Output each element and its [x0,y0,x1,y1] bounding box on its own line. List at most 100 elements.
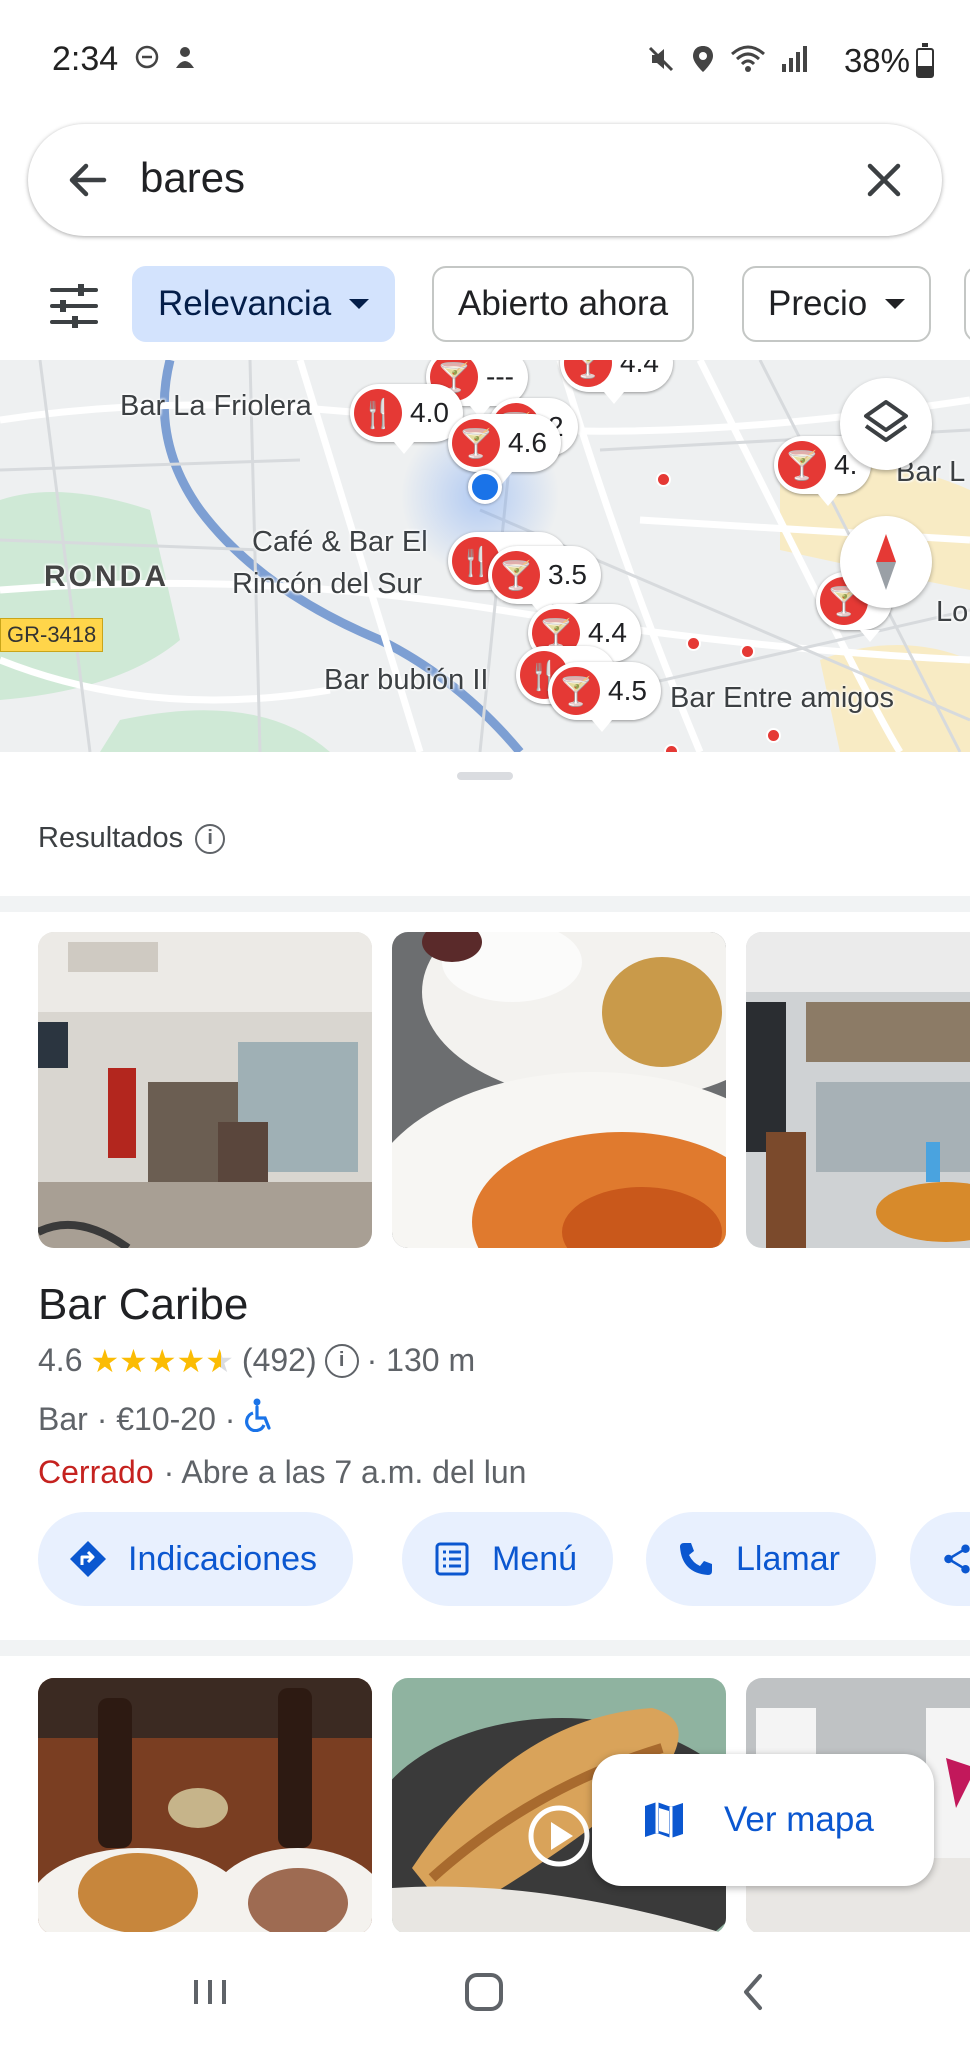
pin-rating: --- [486,361,514,392]
map-dot[interactable] [664,744,679,752]
opening-hours: · Abre a las 7 a.m. del lun [163,1454,527,1490]
layers-icon [864,400,908,442]
arrow-left-icon[interactable] [58,150,118,210]
recent-apps-icon[interactable] [180,1962,240,2022]
compass-button[interactable] [840,516,932,608]
chip-label: Relevancia [158,284,332,323]
pin-rating: 4.4 [588,617,627,648]
star-icon: ★ [119,1342,148,1379]
tapas-image [38,1678,372,1934]
call-button[interactable]: Llamar [646,1512,876,1606]
wifi-icon [731,45,765,72]
place-photo[interactable] [38,1678,372,1934]
fork-knife-icon: 🍴 [354,389,402,437]
menu-label: Menú [492,1539,578,1578]
chip-label: Abierto ahora [458,284,669,323]
star-rating: ★ ★ ★ ★ ★ [90,1345,233,1377]
pin-rating: 4.5 [608,675,647,706]
menu-button[interactable]: Menú [402,1512,614,1606]
battery-icon [916,43,934,78]
hours-row: Cerrado · Abre a las 7 a.m. del lun [38,1454,526,1491]
map-icon [645,1802,683,1838]
map-pin-restaurant[interactable]: 🍴 4.0 [350,384,463,454]
results-label: Resultados [38,822,184,854]
chip-label: Precio [768,284,868,323]
info-icon[interactable]: i [324,1343,359,1378]
map-view[interactable]: Bar La Friolera RONDA Café & Bar El Rinc… [0,360,970,752]
open-status: Cerrado [38,1454,154,1490]
my-location-dot [468,470,502,504]
bar-interior-image [38,932,372,1248]
road-badge: GR-3418 [0,618,104,652]
map-dot[interactable] [686,636,701,651]
star-icon: ★ [205,1342,234,1379]
cocktail-icon: 🍸 [564,360,612,387]
chip-abierto-ahora[interactable]: Abierto ahora [432,266,695,342]
phone-icon [680,1543,712,1575]
map-pin-bar[interactable]: 🍸 4.5 [548,662,661,732]
map-dot[interactable] [656,472,671,487]
view-map-button[interactable]: Ver mapa [592,1754,934,1886]
layers-button[interactable] [840,378,932,470]
tune-icon[interactable] [46,278,102,334]
back-icon[interactable] [724,1962,784,2022]
drag-handle[interactable] [457,772,513,780]
system-nav-bar [0,1932,970,2048]
results-header: Resultados i [38,822,226,855]
map-label: Café & Bar El [252,526,428,558]
chip-relevancia[interactable]: Relevancia [132,266,396,342]
cocktail-icon: 🍸 [452,419,500,467]
map-label: RONDA [44,560,169,593]
cocktail-icon: 🍸 [552,667,600,715]
directions-label: Indicaciones [128,1539,318,1578]
map-label: Bar bubión II [324,664,489,696]
photo-carousel[interactable] [0,932,970,1248]
review-count: (492) [241,1342,317,1378]
location-icon [693,46,713,72]
search-query[interactable]: bares [140,154,245,202]
share-icon [944,1544,970,1574]
rating-row[interactable]: 4.6 ★ ★ ★ ★ ★ (492) i · 130 m [38,1342,475,1379]
pin-rating: 4.6 [508,427,547,458]
place-photo[interactable] [38,932,372,1248]
directions-icon [70,1541,106,1577]
place-photo[interactable] [392,932,726,1248]
home-icon[interactable] [454,1962,514,2022]
close-icon[interactable] [854,150,914,210]
map-pin-bar[interactable]: 🍸 4.4 [560,360,673,404]
map-dot[interactable] [766,728,781,743]
map-pin-bar[interactable]: 🍸 4.6 [448,414,561,484]
share-button[interactable] [910,1512,970,1606]
map-pin-bar[interactable]: 🍸 3.5 [488,546,601,616]
mute-icon [648,46,674,72]
status-time: 2:34 [52,40,119,78]
call-label: Llamar [736,1539,840,1578]
view-map-label: Ver mapa [724,1800,874,1839]
map-label: Bar Entre amigos [670,682,895,714]
place-title[interactable]: Bar Caribe [38,1280,248,1330]
place-photo[interactable] [746,932,970,1248]
menu-list-icon [435,1542,469,1576]
cocktail-icon: 🍸 [778,441,826,489]
chip-more[interactable] [964,266,970,342]
chevron-down-icon [349,299,370,309]
wheelchair-icon [243,1398,273,1440]
food-image [392,932,726,1248]
cocktail-icon: 🍸 [492,551,540,599]
category-row: Bar · €10-20 · [38,1398,273,1440]
star-icon: ★ [90,1342,120,1379]
info-icon[interactable]: i [195,823,226,854]
signal-icon [782,46,807,72]
chip-precio[interactable]: Precio [742,266,932,342]
search-bar[interactable]: bares [28,124,942,236]
star-icon: ★ [147,1342,177,1379]
filter-chips: Relevancia Abierto ahora Precio [0,258,970,354]
status-bar: 2:34 38% [0,0,970,118]
battery-percent: 38% [843,42,910,79]
map-dot[interactable] [740,644,755,659]
divider [0,896,970,912]
action-buttons: Indicaciones Menú Llamar [0,1512,970,1608]
pin-rating: 4.4 [620,360,659,378]
directions-button[interactable]: Indicaciones [38,1512,354,1606]
pin-rating: 4.0 [410,397,449,428]
